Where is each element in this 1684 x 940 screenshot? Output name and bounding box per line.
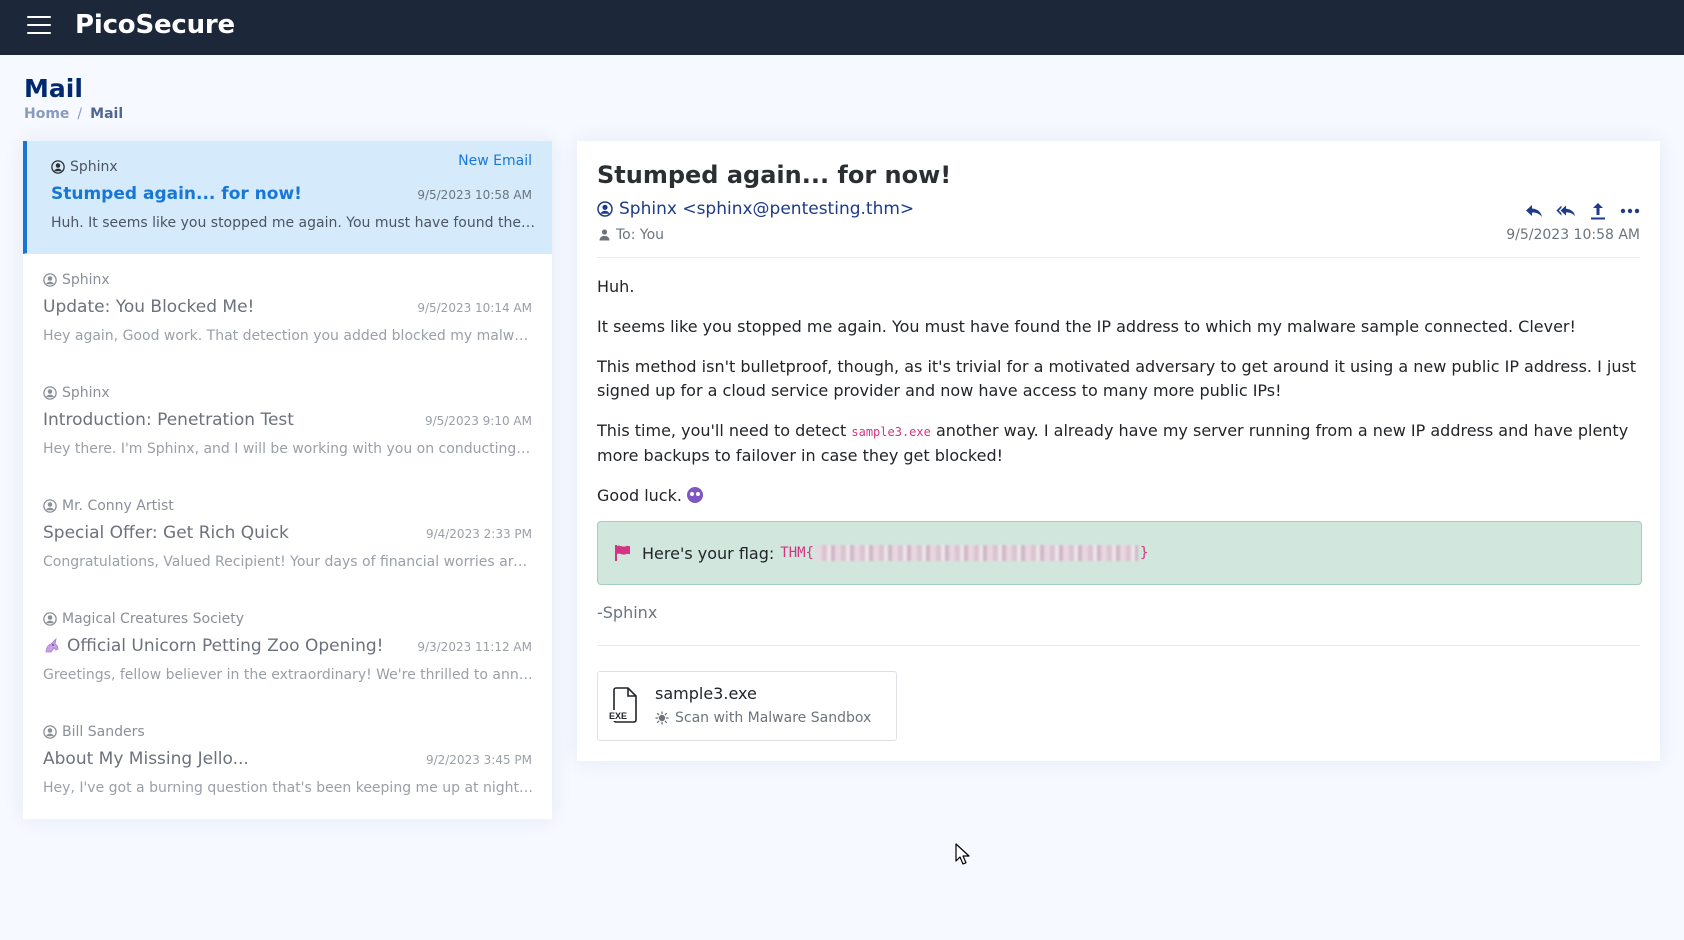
user-circle-icon	[43, 725, 57, 739]
mail-subject: Official Unicorn Petting Zoo Opening!	[43, 636, 383, 656]
mail-subject: Stumped again... for now!	[51, 184, 302, 204]
mail-sender: Bill Sanders	[43, 724, 145, 740]
mouse-cursor-icon	[955, 843, 970, 865]
devil-emoji-icon	[687, 487, 704, 503]
breadcrumb: Home / Mail	[24, 106, 123, 122]
attachment-card[interactable]: EXE sample3.exe Scan with Malware Sandbo…	[597, 671, 897, 741]
mail-list: Sphinx New Email Stumped again... for no…	[23, 141, 552, 819]
breadcrumb-separator: /	[77, 106, 83, 122]
body-paragraph: It seems like you stopped me again. You …	[597, 317, 1576, 336]
mail-sender: Sphinx	[43, 385, 110, 401]
reader-actions	[1524, 202, 1640, 220]
mail-date: 9/3/2023 11:12 AM	[417, 640, 532, 654]
reply-icon[interactable]	[1524, 202, 1544, 220]
mail-sender: Sphinx	[43, 272, 110, 288]
reader-body: Huh. It seems like you stopped me again.…	[597, 275, 1642, 524]
mail-sender-name: Sphinx	[62, 385, 110, 401]
mail-sender-name: Bill Sanders	[62, 724, 145, 740]
user-circle-icon	[43, 612, 57, 626]
user-circle-icon	[597, 201, 613, 217]
menu-toggle-icon[interactable]	[27, 15, 51, 35]
breadcrumb-home[interactable]: Home	[24, 106, 69, 122]
attachment-name: sample3.exe	[655, 684, 757, 703]
person-icon	[599, 229, 610, 241]
mail-sender: Sphinx	[51, 159, 118, 175]
body-paragraph: This time, you'll need to detect sample3…	[597, 419, 1642, 468]
mail-preview: Hey there. I'm Sphinx, and I will be wor…	[43, 441, 533, 457]
mail-subject: Update: You Blocked Me!	[43, 297, 255, 317]
body-paragraph: This method isn't bulletproof, though, a…	[597, 357, 1637, 400]
user-circle-icon	[43, 386, 57, 400]
scan-sandbox-text: Scan with Malware Sandbox	[675, 710, 872, 726]
user-circle-icon	[43, 273, 57, 287]
virus-icon	[655, 711, 669, 725]
scan-sandbox-link[interactable]: Scan with Malware Sandbox	[655, 710, 871, 726]
mail-preview: Huh. It seems like you stopped me again.…	[51, 215, 537, 231]
mail-subject: Introduction: Penetration Test	[43, 410, 294, 430]
top-navbar: PicoSecure	[0, 0, 1684, 55]
brand-logo[interactable]: PicoSecure	[75, 10, 235, 40]
page-title: Mail	[24, 74, 83, 103]
mail-sender: Magical Creatures Society	[43, 611, 244, 627]
mail-preview: Congratulations, Valued Recipient! Your …	[43, 554, 533, 570]
mail-preview: Hey again, Good work. That detection you…	[43, 328, 533, 344]
mail-subject: Special Offer: Get Rich Quick	[43, 523, 289, 543]
header-divider	[597, 257, 1640, 258]
new-email-badge: New Email	[458, 153, 532, 169]
mail-item-0[interactable]: Sphinx New Email Stumped again... for no…	[23, 141, 552, 254]
mail-item-4[interactable]: Magical Creatures Society Official Unico…	[23, 593, 552, 706]
mail-preview: Hey, I've got a burning question that's …	[43, 780, 533, 796]
flag-redacted	[815, 545, 1138, 561]
reader-from: Sphinx <sphinx@pentesting.thm>	[597, 199, 914, 219]
mail-date: 9/5/2023 10:58 AM	[417, 188, 532, 202]
body-text: Good luck.	[597, 486, 682, 505]
signoff: -Sphinx	[597, 603, 658, 622]
reader-from-address[interactable]: Sphinx <sphinx@pentesting.thm>	[619, 199, 914, 219]
flag-icon	[615, 545, 630, 561]
forward-upload-icon[interactable]	[1588, 202, 1608, 220]
mail-sender-name: Sphinx	[62, 272, 110, 288]
mail-subject: About My Missing Jello...	[43, 749, 249, 769]
inline-code: sample3.exe	[851, 425, 931, 439]
mail-sender: Mr. Conny Artist	[43, 498, 174, 514]
mail-reader: Stumped again... for now! Sphinx <sphinx…	[577, 141, 1660, 761]
attachment-divider	[597, 645, 1640, 646]
reply-all-icon[interactable]	[1556, 202, 1576, 220]
user-circle-icon	[51, 160, 65, 174]
reader-to: To: You	[599, 227, 664, 243]
mail-item-2[interactable]: Sphinx Introduction: Penetration Test 9/…	[23, 367, 552, 480]
mail-item-1[interactable]: Sphinx Update: You Blocked Me! 9/5/2023 …	[23, 254, 552, 367]
body-paragraph: Huh.	[597, 277, 635, 296]
reader-to-text: To: You	[616, 227, 665, 243]
mail-sender-name: Sphinx	[70, 159, 118, 175]
mail-preview: Greetings, fellow believer in the extrao…	[43, 667, 533, 683]
mail-item-5[interactable]: Bill Sanders About My Missing Jello... 9…	[23, 706, 552, 819]
mail-subject-text: Official Unicorn Petting Zoo Opening!	[67, 636, 384, 656]
exe-file-icon: EXE	[608, 687, 637, 723]
reader-date: 9/5/2023 10:58 AM	[1506, 227, 1640, 243]
mail-date: 9/4/2023 2:33 PM	[425, 527, 532, 541]
reader-subject: Stumped again... for now!	[597, 161, 952, 189]
mail-date: 9/5/2023 9:10 AM	[424, 414, 532, 428]
unicorn-icon	[45, 637, 59, 653]
mail-item-3[interactable]: Mr. Conny Artist Special Offer: Get Rich…	[23, 480, 552, 593]
flag-suffix: }	[1139, 545, 1149, 561]
body-paragraph: Good luck.	[597, 484, 1642, 508]
mail-sender-name: Magical Creatures Society	[62, 611, 245, 627]
flag-label: Here's your flag:	[642, 543, 775, 563]
more-options-icon[interactable]	[1620, 202, 1640, 220]
flag-prefix: THM{	[780, 545, 814, 561]
exe-label: EXE	[609, 711, 627, 721]
mail-date: 9/5/2023 10:14 AM	[417, 301, 532, 315]
body-text: This time, you'll need to detect	[597, 421, 852, 440]
mail-date: 9/2/2023 3:45 PM	[425, 753, 532, 767]
user-circle-icon	[43, 499, 57, 513]
mail-sender-name: Mr. Conny Artist	[62, 498, 174, 514]
flag-value: THM{ }	[780, 545, 1148, 561]
breadcrumb-current: Mail	[90, 106, 124, 122]
flag-alert: Here's your flag: THM{ }	[597, 521, 1642, 585]
